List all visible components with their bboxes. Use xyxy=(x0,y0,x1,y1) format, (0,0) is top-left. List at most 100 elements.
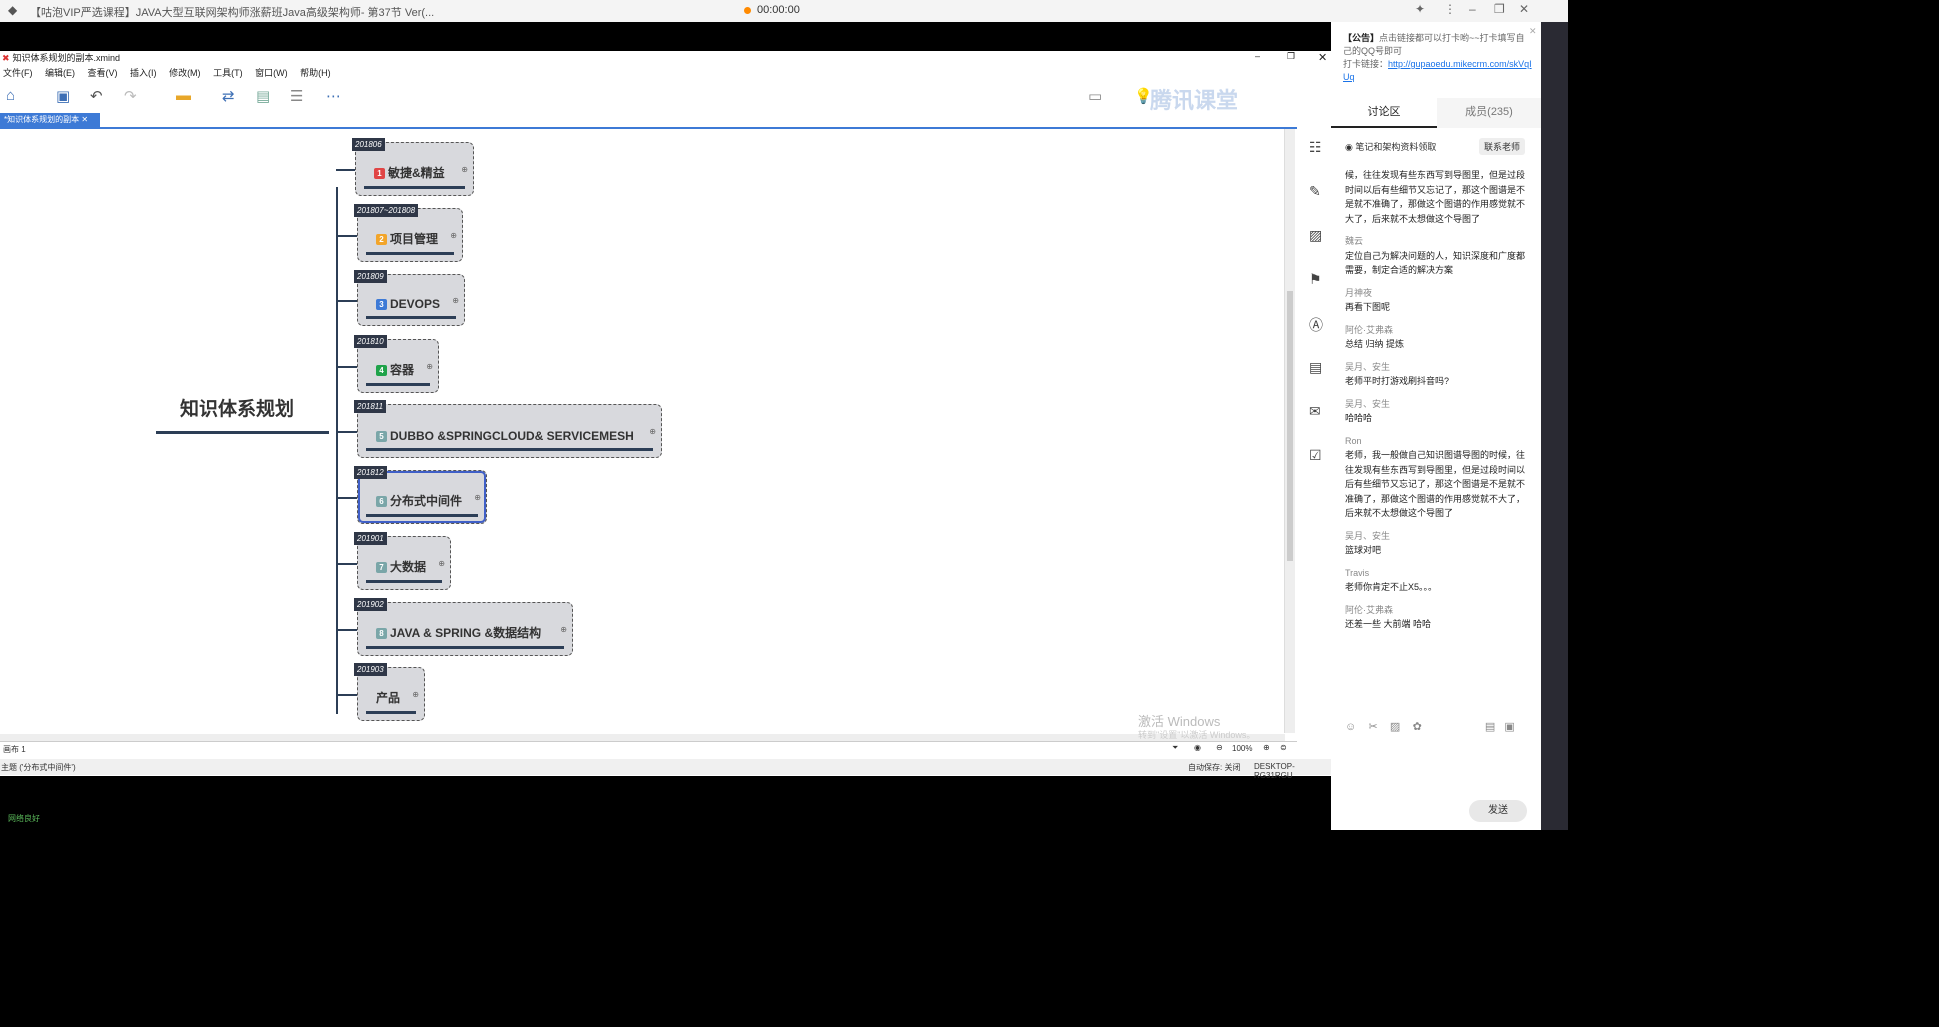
collapse-icon[interactable]: ⊕ xyxy=(649,427,656,436)
menu-modify[interactable]: 修改(M) xyxy=(169,68,201,78)
branch-spine xyxy=(336,187,338,714)
menu-file[interactable]: 文件(F) xyxy=(3,68,33,78)
message-list[interactable]: 候，往往发现有些东西写到导图里，但是过段时间以后有些细节又忘记了，那这个图谱是不… xyxy=(1345,168,1530,708)
eye-icon[interactable]: ◉ xyxy=(1194,743,1201,752)
topic-text: 项目管理 xyxy=(390,232,439,246)
image-icon[interactable]: ▨ xyxy=(1309,227,1322,244)
xm-minimize-button[interactable]: – xyxy=(1255,51,1260,61)
panel-tabs: 讨论区 成员(235) xyxy=(1331,98,1541,128)
comments-icon[interactable]: ✉ xyxy=(1309,403,1321,420)
root-topic[interactable]: 知识体系规划 xyxy=(180,394,294,421)
topic-text: 分布式中间件 xyxy=(390,494,463,508)
notes-notice[interactable]: ◉ 笔记和架构资料领取 xyxy=(1345,140,1436,153)
topic-node[interactable]: 201806 1 敏捷&精益 ⊕ xyxy=(352,138,474,196)
minimize-button[interactable]: – xyxy=(1469,2,1476,16)
close-button[interactable]: ✕ xyxy=(1519,2,1529,16)
tab-discuss[interactable]: 讨论区 xyxy=(1331,98,1437,128)
collapse-icon[interactable]: ⊕ xyxy=(474,493,481,502)
message-author: 吴月、安生 xyxy=(1345,361,1391,372)
mindmap-canvas[interactable]: 知识体系规划 201806 1 敏捷&精益 ⊕ 201807~201808 2 项目管理 ⊕ 2… xyxy=(0,129,1285,733)
chat-message: Ron 老师，我一般做自己知识图谱导图的时候，往往发现有些东西写到导图里，但是过段… xyxy=(1345,434,1530,521)
scrollbar-thumb[interactable] xyxy=(1287,291,1293,561)
emoji-icon[interactable]: ☺ xyxy=(1345,721,1356,733)
topic-node[interactable]: 201809 3 DEVOPS ⊕ xyxy=(354,270,465,326)
player-title: 【咕泡VIP严选课程】JAVA大型互联网架构师涨薪班Java高级架构师- 第37… xyxy=(30,7,435,19)
contact-teacher-button[interactable]: 联系老师 xyxy=(1479,138,1526,155)
zoom-out-icon[interactable]: ⊖ xyxy=(1216,743,1223,752)
maximize-button[interactable]: ❐ xyxy=(1494,2,1505,16)
chat-message: 阿伦·艾弗森 总结 归纳 提炼 xyxy=(1345,323,1530,352)
picture-icon[interactable]: ▨ xyxy=(1390,721,1400,733)
topic-node[interactable]: 201812 6 分布式中间件 ⊕ xyxy=(354,466,487,524)
document-tab[interactable]: *知识体系规划的副本 ✕ xyxy=(0,113,100,127)
relationship-icon[interactable]: ⇄ xyxy=(222,87,235,105)
zoom-in-icon[interactable]: ⊕ xyxy=(1263,743,1270,752)
topic-icon[interactable]: ▬ xyxy=(176,87,191,104)
menu-insert[interactable]: 插入(I) xyxy=(130,68,157,78)
pin-icon[interactable]: ✦ xyxy=(1415,2,1425,16)
branch-connector xyxy=(336,694,357,696)
history-icon[interactable]: ▤ xyxy=(1485,721,1495,733)
topic-label: 3 DEVOPS xyxy=(376,297,440,311)
priority-icon: 3 xyxy=(376,299,387,311)
fit-icon[interactable]: ⊜ xyxy=(1280,743,1287,752)
notes-icon[interactable]: ▤ xyxy=(1309,359,1322,376)
topic-status: 主题 ('分布式中间件') xyxy=(1,763,76,772)
more-icon[interactable]: ⋮ xyxy=(1444,2,1456,16)
zoom-level: 100% xyxy=(1232,744,1253,753)
topic-date-label: 201902 xyxy=(354,598,387,611)
collapse-icon[interactable]: ⊕ xyxy=(560,625,567,634)
more-toolbar-icon[interactable]: ⋯ xyxy=(326,87,341,105)
topic-node[interactable]: 201811 5 DUBBO &SPRINGCLOUD& SERVICEMESH ⊕ xyxy=(354,400,662,458)
scissors-icon[interactable]: ✂ xyxy=(1368,721,1377,733)
flower-icon[interactable]: ✿ xyxy=(1413,721,1422,733)
collapse-icon[interactable]: ⊕ xyxy=(452,296,459,305)
font-icon[interactable]: Ⓐ xyxy=(1309,315,1323,335)
send-button[interactable]: 发送 xyxy=(1469,800,1527,822)
topic-node[interactable]: 201902 8 JAVA & SPRING &数据结构 ⊕ xyxy=(354,598,573,656)
topic-node[interactable]: 201810 4 容器 ⊕ xyxy=(354,335,439,393)
xm-restore-button[interactable]: ❐ xyxy=(1287,51,1295,62)
marker-icon[interactable]: ⚑ xyxy=(1309,271,1322,288)
chat-panel: 【公告】点击链接都可以打卡哟~~打卡填写自己的QQ号即可 打卡链接：http:/… xyxy=(1331,22,1541,830)
collapse-icon[interactable]: ⊕ xyxy=(438,559,445,568)
xmind-window: ✖ 知识体系规划的副本.xmind – ❐ ✕ 文件(F) 编辑(E) 查看(V)… xyxy=(0,51,1331,780)
menu-tools[interactable]: 工具(T) xyxy=(213,68,243,78)
summary-icon[interactable]: ▤ xyxy=(256,87,270,105)
tab-members[interactable]: 成员(235) xyxy=(1437,98,1541,128)
collapse-icon[interactable]: ⊕ xyxy=(461,165,468,174)
tab-close-icon[interactable]: ✕ xyxy=(81,115,88,124)
watermark: 腾讯课堂 xyxy=(1150,88,1239,113)
present-icon[interactable]: ▭ xyxy=(1088,87,1102,105)
message-text: 总结 归纳 提炼 xyxy=(1345,339,1405,349)
collapse-icon[interactable]: ⊕ xyxy=(450,231,457,240)
boundary-icon[interactable]: ☰ xyxy=(290,87,303,105)
home-icon[interactable]: ⌂ xyxy=(6,87,15,104)
horizontal-scrollbar[interactable] xyxy=(0,734,1285,741)
task-icon[interactable]: ☑ xyxy=(1309,447,1322,464)
menu-window[interactable]: 窗口(W) xyxy=(255,68,288,78)
save-icon[interactable]: ▣ xyxy=(56,87,70,105)
topic-underline xyxy=(366,316,456,319)
announce-close-icon[interactable]: ✕ xyxy=(1529,26,1537,37)
redo-icon[interactable]: ↷ xyxy=(124,87,137,105)
topic-node[interactable]: 201903 产品 ⊕ xyxy=(354,663,425,721)
format-icon[interactable]: ✎ xyxy=(1309,183,1321,200)
priority-icon: 8 xyxy=(376,628,387,640)
filter-icon[interactable]: ⏷ xyxy=(1172,743,1178,753)
menu-help[interactable]: 帮助(H) xyxy=(300,68,331,78)
sheet-tab[interactable]: 画布 1 xyxy=(3,744,26,755)
menu-view[interactable]: 查看(V) xyxy=(88,68,118,78)
collapse-icon[interactable]: ⊕ xyxy=(412,690,419,699)
topic-node[interactable]: 201901 7 大数据 ⊕ xyxy=(354,532,451,590)
menu-edit[interactable]: 编辑(E) xyxy=(45,68,75,78)
topic-text: 容器 xyxy=(390,363,415,377)
undo-icon[interactable]: ↶ xyxy=(90,87,103,105)
outline-icon[interactable]: ☷ xyxy=(1309,139,1322,156)
xm-close-button[interactable]: ✕ xyxy=(1318,51,1327,64)
chat-expand-icon[interactable]: ▣ xyxy=(1504,721,1514,733)
topic-text: 敏捷&精益 xyxy=(388,166,445,180)
topic-node[interactable]: 201807~201808 2 项目管理 ⊕ xyxy=(354,204,463,262)
player-title-bar: ◆ 【咕泡VIP严选课程】JAVA大型互联网架构师涨薪班Java高级架构师- 第… xyxy=(0,0,1568,22)
collapse-icon[interactable]: ⊕ xyxy=(426,362,433,371)
